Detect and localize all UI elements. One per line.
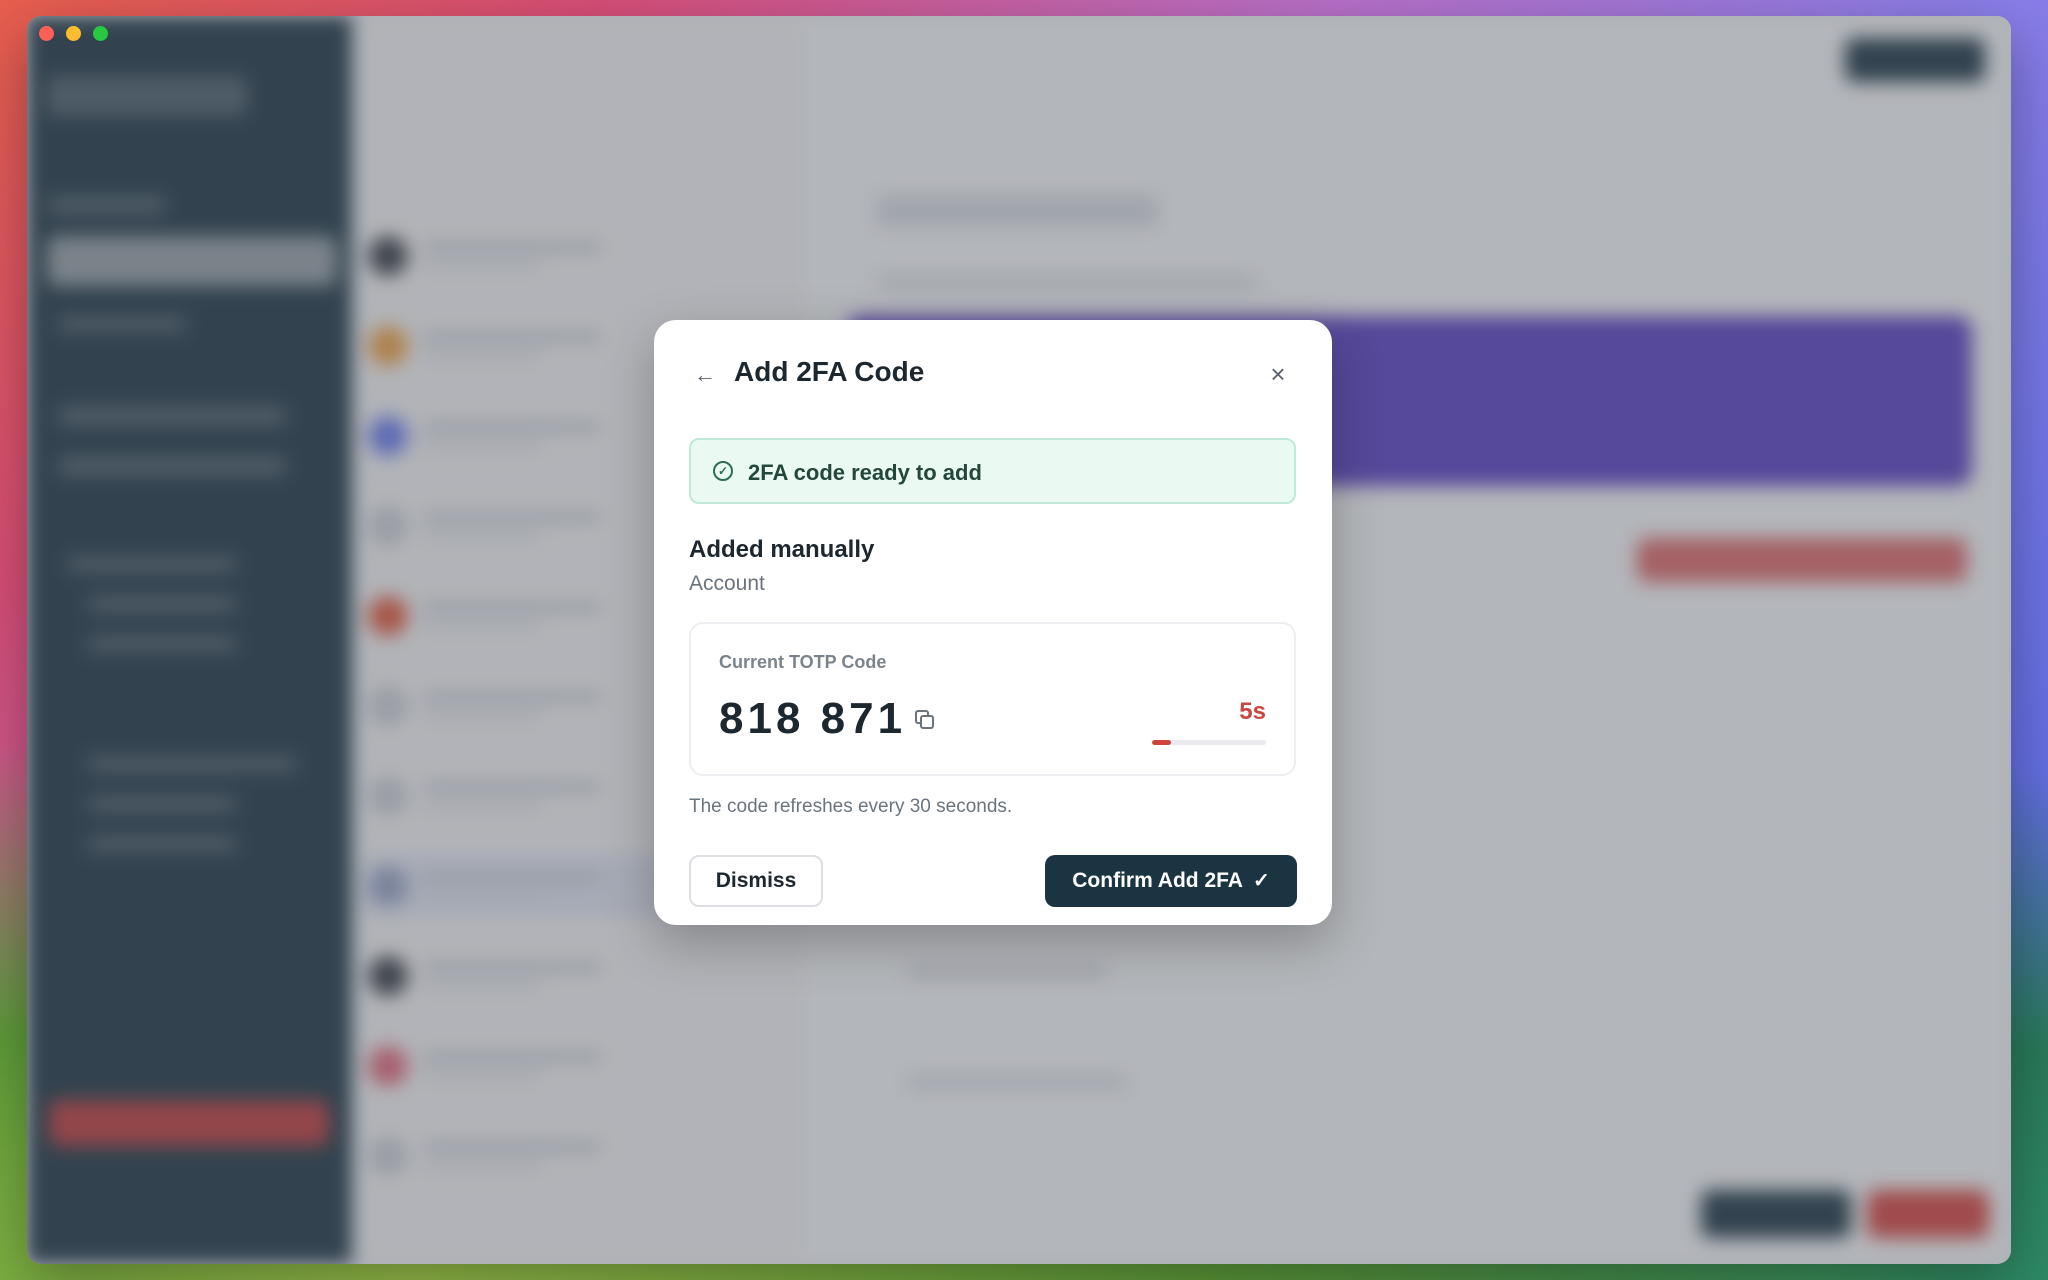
account-name: Added manually: [689, 536, 875, 563]
dismiss-label: Dismiss: [715, 869, 797, 892]
add-2fa-dialog: ← Add 2FA Code × ✓ 2FA code ready to add…: [654, 320, 1332, 925]
close-icon[interactable]: ×: [1264, 360, 1292, 388]
close-window-button[interactable]: [39, 26, 54, 41]
totp-card: Current TOTP Code 818 871 5s: [689, 622, 1296, 776]
totp-progress-fill: [1152, 740, 1172, 745]
confirm-add-2fa-button[interactable]: Confirm Add 2FA ✓: [1045, 855, 1297, 907]
minimize-window-button[interactable]: [66, 26, 81, 41]
refresh-note: The code refreshes every 30 seconds.: [689, 796, 1013, 817]
check-icon: ✓: [1252, 870, 1270, 892]
dismiss-button[interactable]: Dismiss: [689, 855, 823, 907]
totp-timer: 5s: [1239, 698, 1266, 725]
confirm-label: Confirm Add 2FA: [1072, 869, 1243, 892]
status-banner: ✓ 2FA code ready to add: [689, 438, 1296, 504]
account-subtitle: Account: [689, 572, 765, 595]
totp-progress-track: [1152, 740, 1266, 745]
window-controls: [39, 26, 108, 41]
status-text: 2FA code ready to add: [748, 460, 982, 485]
copy-icon[interactable]: [915, 710, 937, 732]
dialog-title: Add 2FA Code: [734, 356, 925, 387]
totp-code: 818 871: [719, 694, 907, 743]
maximize-window-button[interactable]: [93, 26, 108, 41]
totp-label: Current TOTP Code: [719, 652, 887, 672]
arrow-left-icon[interactable]: ←: [692, 362, 718, 388]
check-circle-icon: ✓: [713, 461, 733, 481]
